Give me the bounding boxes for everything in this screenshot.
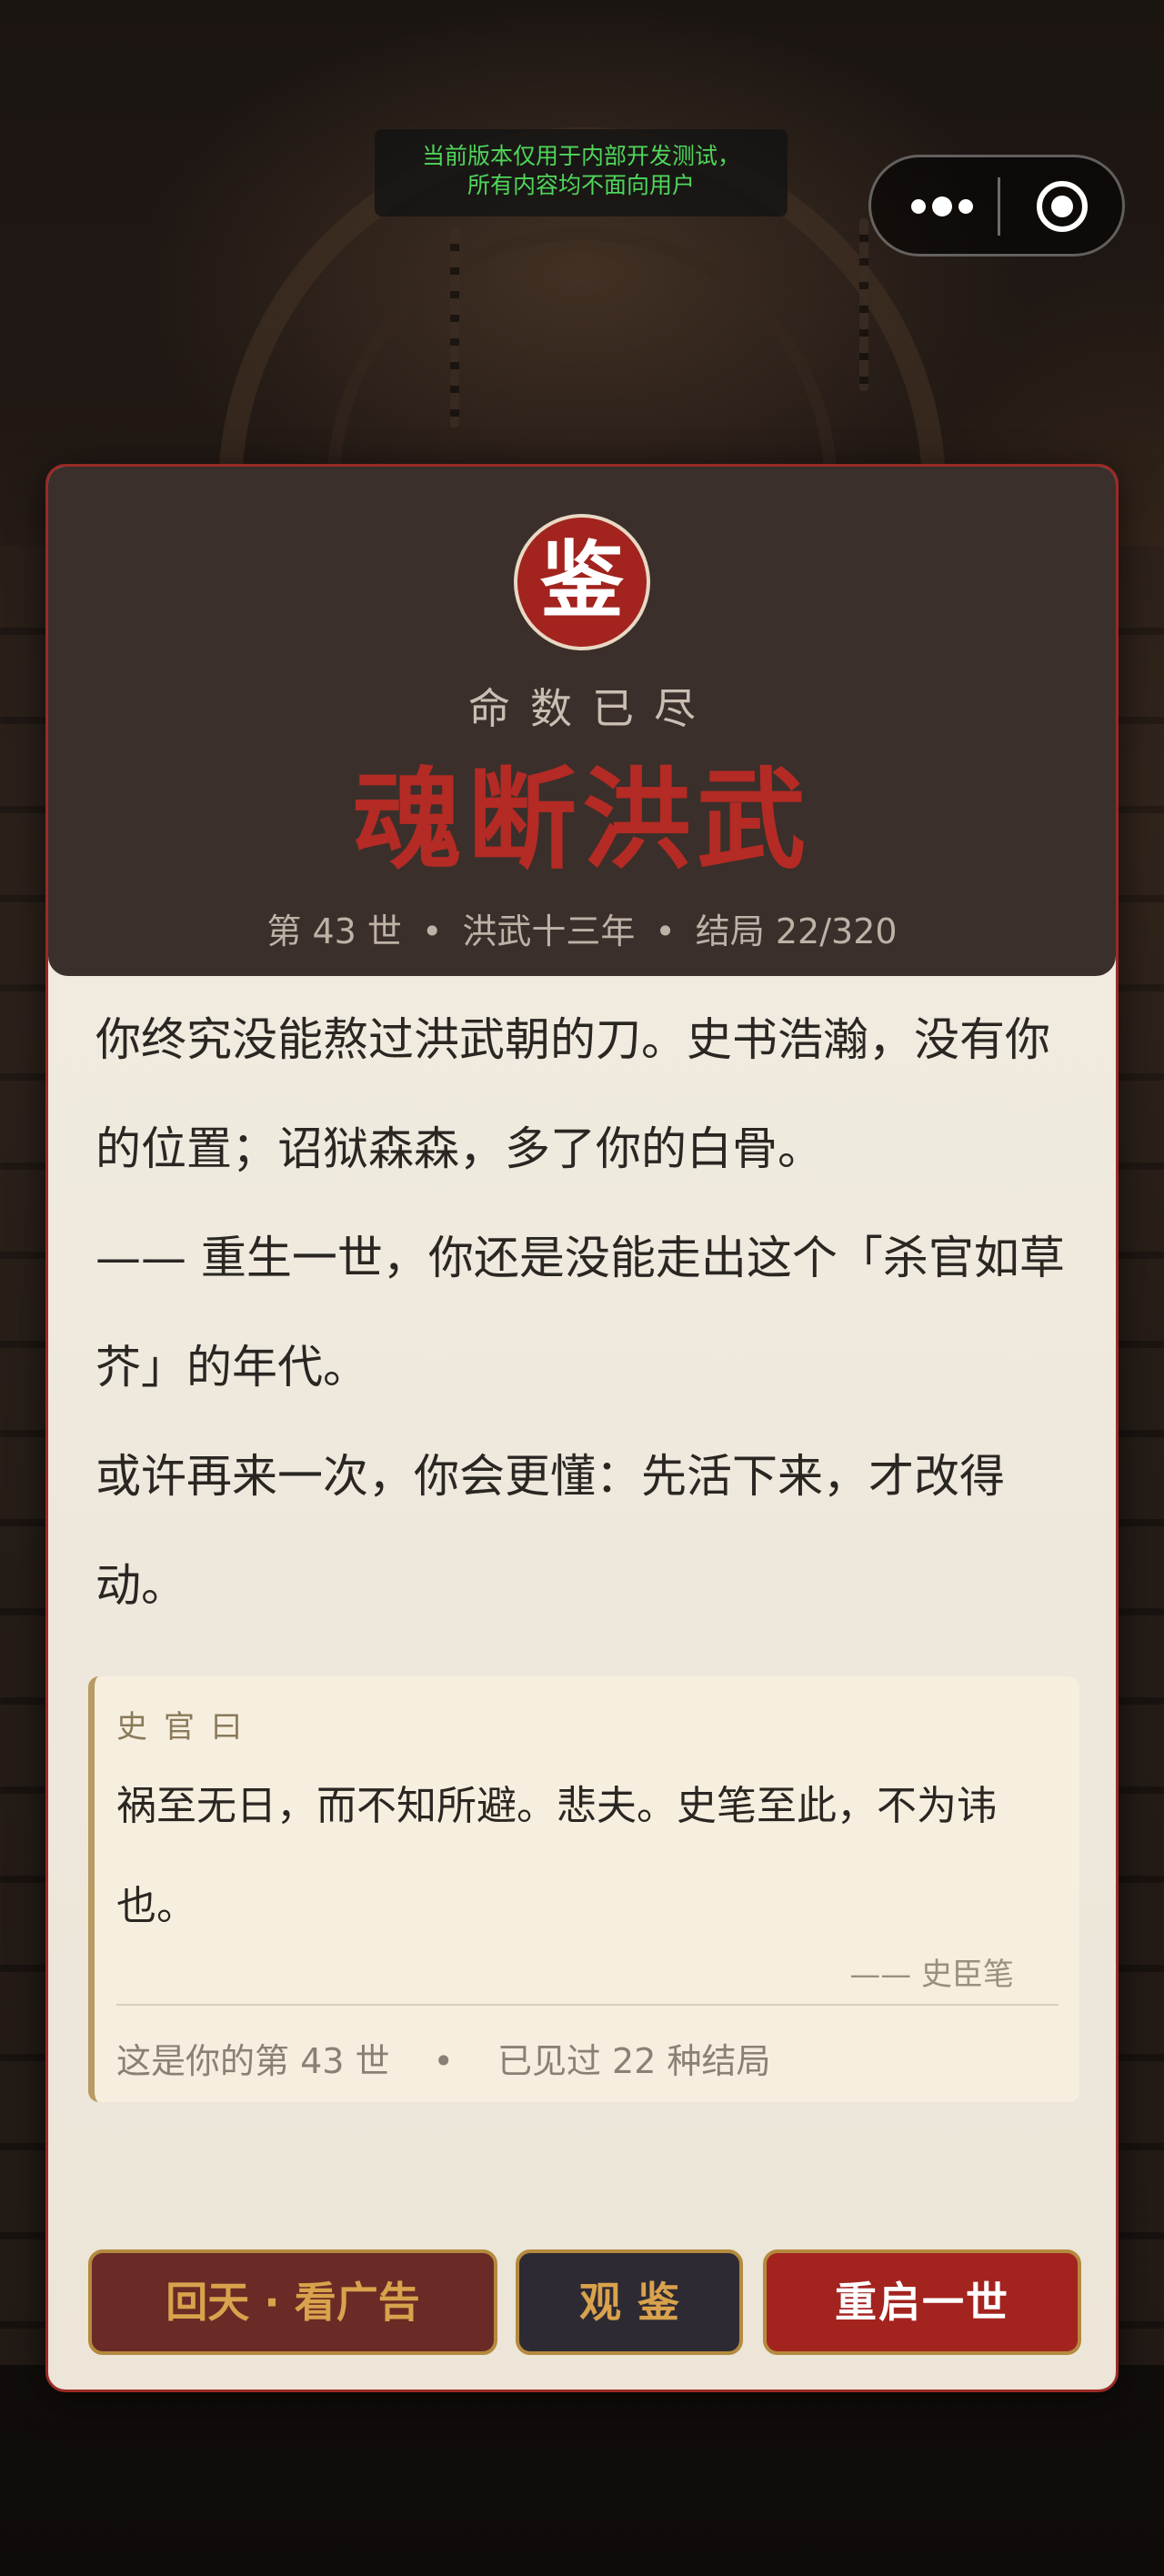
meta-separator: • [421, 911, 443, 951]
revive-watch-ad-button[interactable]: 回天 · 看广告 [88, 2249, 497, 2355]
view-chronicle-button[interactable]: 观鉴 [516, 2249, 743, 2355]
narrative-paragraph: 你终究没能熬过洪武朝的刀。史书浩瀚，没有你的位置；诏狱森森，多了你的白骨。 [95, 1013, 1050, 1175]
stats-separator: • [433, 2041, 454, 2081]
narrative-paragraph: —— 重生一世，你还是没能走出这个「杀官如草芥」的年代。 [95, 1232, 1065, 1394]
stats-life-count: 这是你的第 43 世 [116, 2041, 390, 2081]
ending-card: 鉴 命数已尽 魂断洪武 第 43 世 • 洪武十三年 • 结局 22/320 你终究没能… [45, 464, 1119, 2392]
meta-separator: • [655, 911, 676, 951]
historian-quote: 祸至无日，而不知所避。悲夫。史笔至此，不为讳也。 [116, 1783, 997, 1929]
background-chain [450, 227, 459, 428]
background-chain [859, 218, 868, 391]
life-stats: 这是你的第 43 世 • 已见过 22 种结局 [116, 2033, 770, 2083]
capsule-divider [998, 177, 1000, 236]
historian-comment: 史官曰 祸至无日，而不知所避。悲夫。史笔至此，不为讳也。 —— 史臣笔 这是你的… [88, 1676, 1079, 2102]
meta-life: 第 43 世 [266, 911, 402, 951]
meta-era: 洪武十三年 [462, 911, 636, 951]
ending-meta: 第 43 世 • 洪武十三年 • 结局 22/320 [48, 903, 1116, 953]
target-close-icon[interactable] [1035, 179, 1089, 234]
dev-notice-line2: 所有内容均不面向用户 [467, 172, 695, 198]
dev-notice-line1: 当前版本仅用于内部开发测试， [421, 143, 740, 169]
more-dots-icon[interactable] [906, 186, 978, 226]
miniprogram-capsule [868, 155, 1125, 257]
historian-divider [116, 2004, 1059, 2006]
ending-subtitle: 命数已尽 [468, 684, 716, 733]
restart-life-button[interactable]: 重启一世 [763, 2249, 1081, 2355]
narrative-paragraph: 或许再来一次，你会更懂：先活下来，才改得动。 [95, 1450, 1005, 1612]
meta-ending: 结局 22/320 [695, 911, 898, 951]
historian-label: 史官曰 [116, 1709, 258, 1746]
stats-endings-count: 已见过 22 种结局 [497, 2041, 771, 2081]
dev-test-notice: 当前版本仅用于内部开发测试， 所有内容均不面向用户 [375, 129, 788, 216]
background-pillar [1119, 546, 1164, 2365]
card-header: 鉴 命数已尽 魂断洪武 第 43 世 • 洪武十三年 • 结局 22/320 [48, 467, 1116, 976]
historian-signature: —— 史臣笔 [849, 1957, 1014, 1993]
jian-seal-icon: 鉴 [514, 514, 650, 650]
ending-title: 魂断洪武 [353, 758, 811, 884]
ending-narrative: 你终究没能熬过洪武朝的刀。史书浩瀚，没有你的位置；诏狱森森，多了你的白骨。 ——… [95, 985, 1078, 1640]
